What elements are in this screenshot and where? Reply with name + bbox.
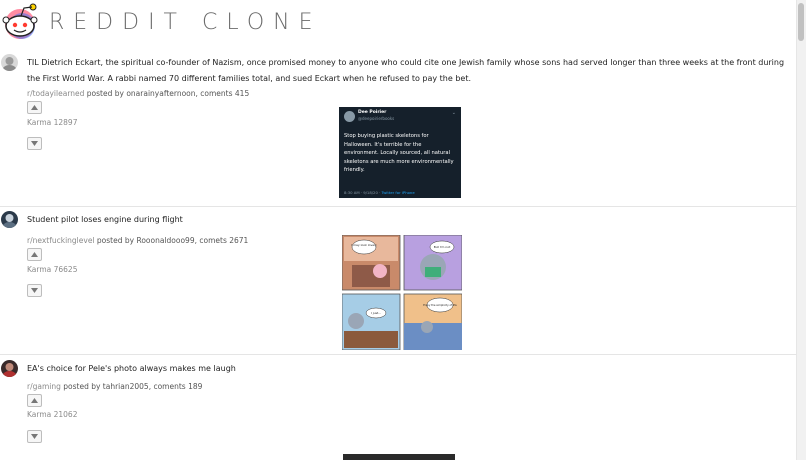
post-author-comments: posted by onarainyafternoon, coments 415: [84, 89, 250, 98]
more-icon: ⌄: [451, 110, 456, 116]
scrollbar-thumb[interactable]: [798, 3, 804, 41]
comic-panel-4-text: Enjoy the simplicity of life: [423, 303, 457, 307]
comic-panel-2-text: But I'm not: [434, 245, 451, 249]
karma-count: Karma 12897: [27, 118, 78, 127]
post-image-tweet[interactable]: Dee Poirier @deepoirierbooks ⌄ Stop buyi…: [339, 107, 461, 198]
arrow-up-icon: [31, 252, 38, 257]
downvote-button[interactable]: [27, 430, 42, 443]
subreddit-link[interactable]: r/todayilearned: [27, 89, 84, 98]
post-image-comic[interactable]: I may look lovely But I'm not I just... …: [342, 235, 462, 350]
downvote-button[interactable]: [27, 137, 42, 150]
post-image[interactable]: [343, 454, 455, 460]
arrow-down-icon: [31, 434, 38, 439]
post-author-comments: posted by Rooonaldooo99, comets 2671: [94, 236, 249, 245]
post-card: Student pilot loses engine during flight…: [0, 208, 797, 355]
arrow-down-icon: [31, 141, 38, 146]
post-card: TIL Dietrich Eckart, the spiritual co-fo…: [0, 51, 797, 207]
post-title[interactable]: Student pilot loses engine during flight: [27, 212, 792, 228]
tweet-source: Twitter for iPhone: [381, 190, 415, 195]
comic-panel-1-text: I may look lovely: [351, 243, 377, 247]
post-author-comments: posted by tahrian2005, coments 189: [60, 382, 203, 391]
tweet-avatar: [344, 111, 355, 122]
arrow-down-icon: [31, 288, 38, 293]
post-meta: r/todayilearned posted by onarainyaftern…: [27, 89, 249, 98]
subreddit-link[interactable]: r/gaming: [27, 382, 61, 391]
user-avatar[interactable]: [1, 54, 18, 71]
comic-panel-3-text: I just...: [371, 311, 381, 315]
tweet-author-name: Dee Poirier: [358, 110, 387, 115]
downvote-button[interactable]: [27, 284, 42, 297]
arrow-up-icon: [31, 398, 38, 403]
subreddit-link[interactable]: r/nextfuckinglevel: [27, 236, 95, 245]
upvote-button[interactable]: [27, 394, 42, 407]
post-meta: r/nextfuckinglevel posted by Rooonaldooo…: [27, 236, 248, 245]
header: REDDIT CLONE: [0, 0, 806, 48]
post-meta: r/gaming posted by tahrian2005, coments …: [27, 382, 202, 391]
tweet-footer: 8:30 AM · 9/18/20 · Twitter for iPhone: [344, 190, 415, 195]
post-title[interactable]: EA's choice for Pele's photo always make…: [27, 361, 792, 377]
post-title[interactable]: TIL Dietrich Eckart, the spiritual co-fo…: [27, 55, 792, 87]
arrow-up-icon: [31, 105, 38, 110]
karma-count: Karma 76625: [27, 265, 78, 274]
tweet-time: 8:30 AM · 9/18/20 ·: [344, 190, 382, 195]
upvote-button[interactable]: [27, 101, 42, 114]
reddit-logo-icon[interactable]: [0, 2, 40, 42]
user-avatar[interactable]: [1, 360, 18, 377]
tweet-text: Stop buying plastic skeletons for Hallow…: [344, 133, 454, 173]
app-title: REDDIT CLONE: [49, 10, 322, 35]
post-card: EA's choice for Pele's photo always make…: [0, 357, 797, 460]
upvote-button[interactable]: [27, 248, 42, 261]
user-avatar[interactable]: [1, 211, 18, 228]
scrollbar[interactable]: [796, 0, 806, 460]
karma-count: Karma 21062: [27, 410, 78, 419]
tweet-author-handle: @deepoirierbooks: [358, 116, 395, 121]
